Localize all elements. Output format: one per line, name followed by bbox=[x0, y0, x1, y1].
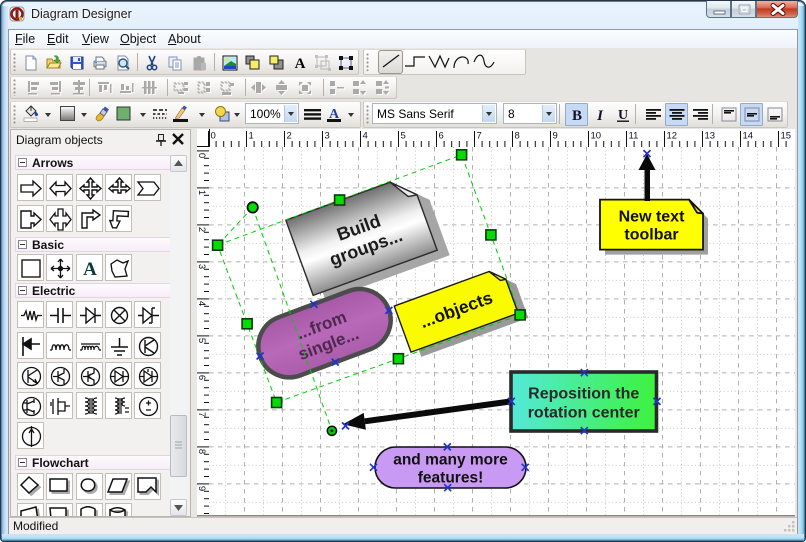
svg-text:and many more: and many more bbox=[393, 452, 508, 469]
svg-text:0: 0 bbox=[211, 131, 216, 142]
svg-text:A: A bbox=[329, 107, 340, 122]
svg-text:0: 0 bbox=[197, 153, 207, 158]
svg-text:8: 8 bbox=[197, 449, 207, 454]
svg-text:6: 6 bbox=[439, 131, 444, 142]
svg-text:toolbar: toolbar bbox=[624, 227, 678, 244]
svg-text:10: 10 bbox=[591, 131, 602, 142]
svg-text:2: 2 bbox=[287, 131, 292, 142]
svg-text:3: 3 bbox=[197, 264, 207, 269]
svg-text:4: 4 bbox=[197, 301, 207, 306]
svg-text:New text: New text bbox=[619, 209, 685, 226]
svg-text:6: 6 bbox=[197, 375, 207, 380]
svg-text:9: 9 bbox=[553, 131, 558, 142]
svg-text:12: 12 bbox=[667, 131, 678, 142]
svg-text:7: 7 bbox=[197, 412, 207, 417]
svg-text:15: 15 bbox=[781, 131, 792, 142]
svg-text:1: 1 bbox=[249, 131, 254, 142]
svg-text:2: 2 bbox=[197, 227, 207, 232]
svg-text:4: 4 bbox=[363, 131, 368, 142]
svg-text:13: 13 bbox=[705, 131, 716, 142]
svg-text:5: 5 bbox=[401, 131, 406, 142]
svg-text:14: 14 bbox=[743, 131, 754, 142]
svg-text:11: 11 bbox=[629, 131, 639, 142]
svg-text:9: 9 bbox=[197, 486, 207, 491]
svg-text:A: A bbox=[83, 259, 97, 280]
svg-text:5: 5 bbox=[197, 338, 207, 343]
svg-text:8: 8 bbox=[515, 131, 520, 142]
svg-text:A: A bbox=[294, 56, 305, 71]
svg-text:Reposition the: Reposition the bbox=[528, 385, 639, 402]
svg-text:1: 1 bbox=[197, 190, 207, 195]
svg-text:7: 7 bbox=[477, 131, 482, 142]
svg-text:B: B bbox=[571, 108, 581, 124]
svg-text:3: 3 bbox=[325, 131, 330, 142]
svg-text:rotation center: rotation center bbox=[528, 404, 640, 421]
svg-text:I: I bbox=[596, 108, 604, 124]
